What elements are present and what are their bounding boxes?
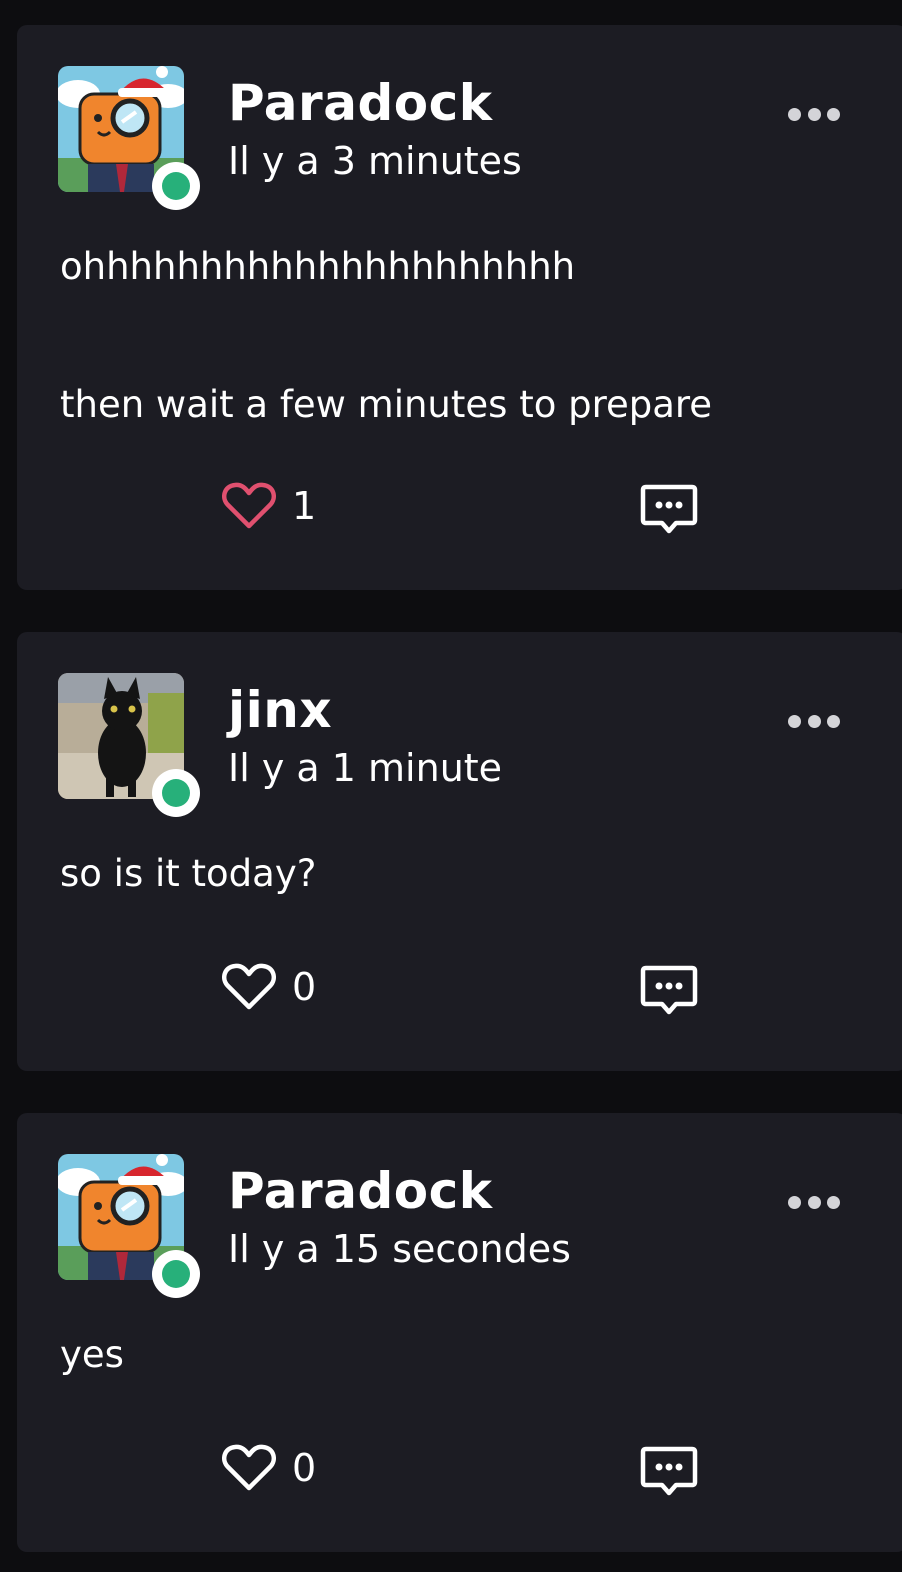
dot-icon [807, 714, 821, 728]
post-card: Paradock Il y a 3 minutes ohhhhhhhhhhhhh… [17, 25, 902, 590]
post-body: ohhhhhhhhhhhhhhhhhhhhh then wait a few m… [60, 245, 713, 426]
heart-icon [222, 482, 276, 529]
online-status-indicator [152, 769, 200, 817]
post-card: jinx Il y a 1 minute so is it today? 0 [17, 632, 902, 1071]
online-status-indicator [152, 162, 200, 210]
author-avatar[interactable] [58, 66, 200, 210]
author-avatar[interactable] [58, 1154, 200, 1298]
like-count: 0 [292, 965, 317, 1009]
like-count: 1 [292, 484, 317, 528]
like-button[interactable]: 1 [222, 482, 316, 530]
dot-icon [827, 714, 840, 728]
dot-icon [827, 107, 840, 121]
dot-icon [807, 107, 821, 121]
comment-icon[interactable] [640, 484, 698, 536]
post-card: Paradock Il y a 15 secondes yes 0 [17, 1113, 902, 1552]
author-name[interactable]: Paradock [228, 73, 492, 133]
post-body: yes [60, 1333, 124, 1376]
online-status-indicator [152, 1250, 200, 1298]
like-button[interactable]: 0 [222, 1444, 316, 1492]
author-avatar[interactable] [58, 673, 200, 817]
post-timestamp: Il y a 15 secondes [228, 1227, 571, 1271]
heart-icon [222, 963, 276, 1010]
post-timestamp: Il y a 1 minute [228, 746, 503, 790]
dot-icon [807, 1195, 821, 1209]
more-options-button[interactable] [788, 1191, 840, 1213]
post-body: so is it today? [60, 852, 317, 895]
more-options-button[interactable] [788, 710, 840, 732]
comment-icon[interactable] [640, 1446, 698, 1498]
author-name[interactable]: Paradock [228, 1161, 492, 1221]
like-count: 0 [292, 1446, 317, 1490]
dot-icon [788, 1195, 801, 1209]
more-options-button[interactable] [788, 103, 840, 125]
heart-icon [222, 1444, 276, 1491]
comment-icon[interactable] [640, 965, 698, 1017]
dot-icon [827, 1195, 840, 1209]
like-button[interactable]: 0 [222, 963, 316, 1011]
post-feed: Paradock Il y a 3 minutes ohhhhhhhhhhhhh… [0, 0, 902, 1572]
author-name[interactable]: jinx [228, 680, 332, 740]
post-timestamp: Il y a 3 minutes [228, 139, 522, 183]
dot-icon [788, 714, 801, 728]
dot-icon [788, 107, 801, 121]
